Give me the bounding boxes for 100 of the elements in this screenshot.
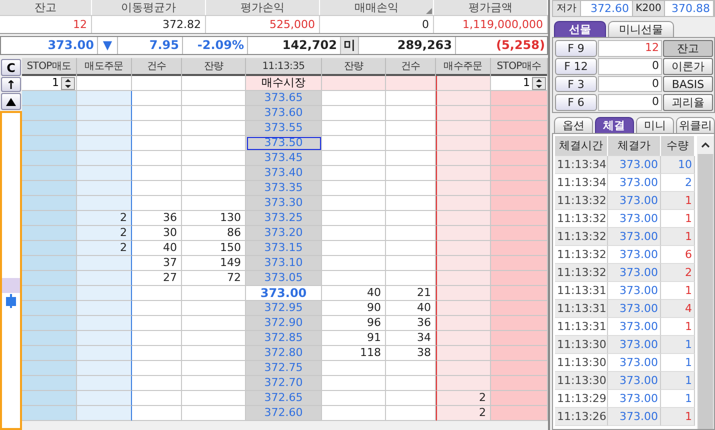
table-cell [132, 166, 182, 181]
contract-button[interactable]: F 12 [555, 58, 597, 75]
table-cell: 2 [436, 406, 491, 421]
trade-quantity: 1 [661, 408, 695, 426]
table-cell [322, 91, 386, 106]
trade-price: 373.00 [608, 300, 661, 318]
price-cell[interactable]: 373.25 [246, 211, 322, 226]
table-cell [132, 151, 182, 166]
trade-time: 11:13:30 [555, 354, 608, 372]
table-cell [22, 286, 77, 301]
trade-tab[interactable]: 체결 [594, 117, 634, 133]
trade-quantity: 1 [661, 228, 695, 246]
table-cell [491, 406, 548, 421]
price-cell[interactable]: 373.30 [246, 196, 322, 211]
contract-button[interactable]: F 9 [555, 40, 597, 57]
table-cell [322, 106, 386, 121]
table-cell [77, 166, 132, 181]
table-cell [132, 181, 182, 196]
price-cell[interactable]: 373.60 [246, 106, 322, 121]
scrollbar[interactable] [697, 136, 714, 429]
price-cell[interactable]: 373.45 [246, 151, 322, 166]
table-cell [436, 91, 491, 106]
table-cell [77, 361, 132, 376]
table-cell [132, 406, 182, 421]
table-cell [491, 301, 548, 316]
trade-time: 11:13:34 [555, 156, 608, 174]
table-cell [491, 211, 548, 226]
price-cell[interactable]: 373.35 [246, 181, 322, 196]
trade-price: 373.00 [608, 246, 661, 264]
up-button[interactable]: ↑ [1, 77, 21, 92]
price-cell[interactable]: 372.70 [246, 376, 322, 391]
trade-tab[interactable]: 옵션 [554, 117, 593, 133]
price-cell[interactable]: 372.90 [246, 316, 322, 331]
contract-balance: 0 [598, 94, 662, 111]
price-cell[interactable]: 372.95 [246, 301, 322, 316]
price-cell[interactable]: 373.00 [246, 286, 322, 301]
table-cell [77, 271, 132, 286]
table-cell [386, 361, 436, 376]
table-cell [322, 361, 386, 376]
trade-tab[interactable]: 위클리 [676, 117, 715, 133]
view-button[interactable]: 잔고 [663, 40, 713, 57]
product-tab[interactable]: 미니선물 [608, 21, 674, 37]
trade-time: 11:13:32 [555, 210, 608, 228]
trade-quantity: 2 [661, 264, 695, 282]
price-cell[interactable]: 373.40 [246, 166, 322, 181]
price-cell[interactable]: 373.65 [246, 91, 322, 106]
view-button[interactable]: 괴리율 [663, 94, 713, 111]
price-cell[interactable]: 373.50 [246, 136, 322, 151]
table-cell [132, 391, 182, 406]
price-cell[interactable]: 373.15 [246, 241, 322, 256]
table-cell [132, 301, 182, 316]
change-rate: -2.09% [183, 37, 248, 54]
price-cell[interactable]: 373.05 [246, 271, 322, 286]
price-cell[interactable]: 372.60 [246, 406, 322, 421]
table-cell [77, 181, 132, 196]
spinner-arrows-icon[interactable] [61, 76, 75, 90]
table-cell [436, 256, 491, 271]
table-cell [436, 151, 491, 166]
summary-value: 372.82 [92, 15, 206, 33]
spinner-arrows-icon[interactable] [532, 76, 546, 90]
product-tab[interactable]: 선물 [554, 21, 606, 37]
table-cell [322, 76, 386, 91]
open-interest: 289,263 [359, 37, 456, 54]
price-cell[interactable]: 372.80 [246, 346, 322, 361]
table-cell [322, 271, 386, 286]
price-cell[interactable]: 373.20 [246, 226, 322, 241]
price-cell[interactable]: 372.65 [246, 391, 322, 406]
price-cell[interactable]: 373.55 [246, 121, 322, 136]
trade-time: 11:13:30 [555, 372, 608, 390]
trade-time: 11:13:32 [555, 264, 608, 282]
table-cell [491, 391, 548, 406]
price-cell[interactable]: 373.10 [246, 256, 322, 271]
market-buy-cell[interactable]: 매수시장 [246, 76, 322, 91]
table-cell [386, 241, 436, 256]
table-cell: 40 [132, 241, 182, 256]
price-cell[interactable]: 372.85 [246, 331, 322, 346]
clear-button[interactable]: C [1, 59, 21, 76]
scroll-up-button[interactable] [1, 93, 21, 110]
trade-quantity: 1 [661, 390, 695, 408]
table-cell [182, 346, 246, 361]
table-cell: 90 [322, 301, 386, 316]
table-cell [322, 241, 386, 256]
table-cell: 40 [386, 301, 436, 316]
trade-price: 373.00 [608, 408, 661, 426]
table-cell [182, 406, 246, 421]
view-button[interactable]: BASIS [663, 76, 713, 92]
column-header: 매매손익 [320, 0, 434, 15]
table-cell [77, 301, 132, 316]
price-cell[interactable]: 372.75 [246, 361, 322, 376]
contract-button[interactable]: F 3 [555, 76, 597, 92]
summary-value: 0 [320, 15, 434, 33]
contract-button[interactable]: F 6 [555, 94, 597, 111]
table-cell [322, 166, 386, 181]
table-cell [386, 166, 436, 181]
table-cell [436, 181, 491, 196]
table-cell [22, 106, 77, 121]
trade-tab[interactable]: 미니 [636, 117, 674, 133]
summary-value: 1,119,000,000 [434, 15, 548, 33]
trade-quantity: 1 [661, 282, 695, 300]
view-button[interactable]: 이론가 [663, 58, 713, 75]
